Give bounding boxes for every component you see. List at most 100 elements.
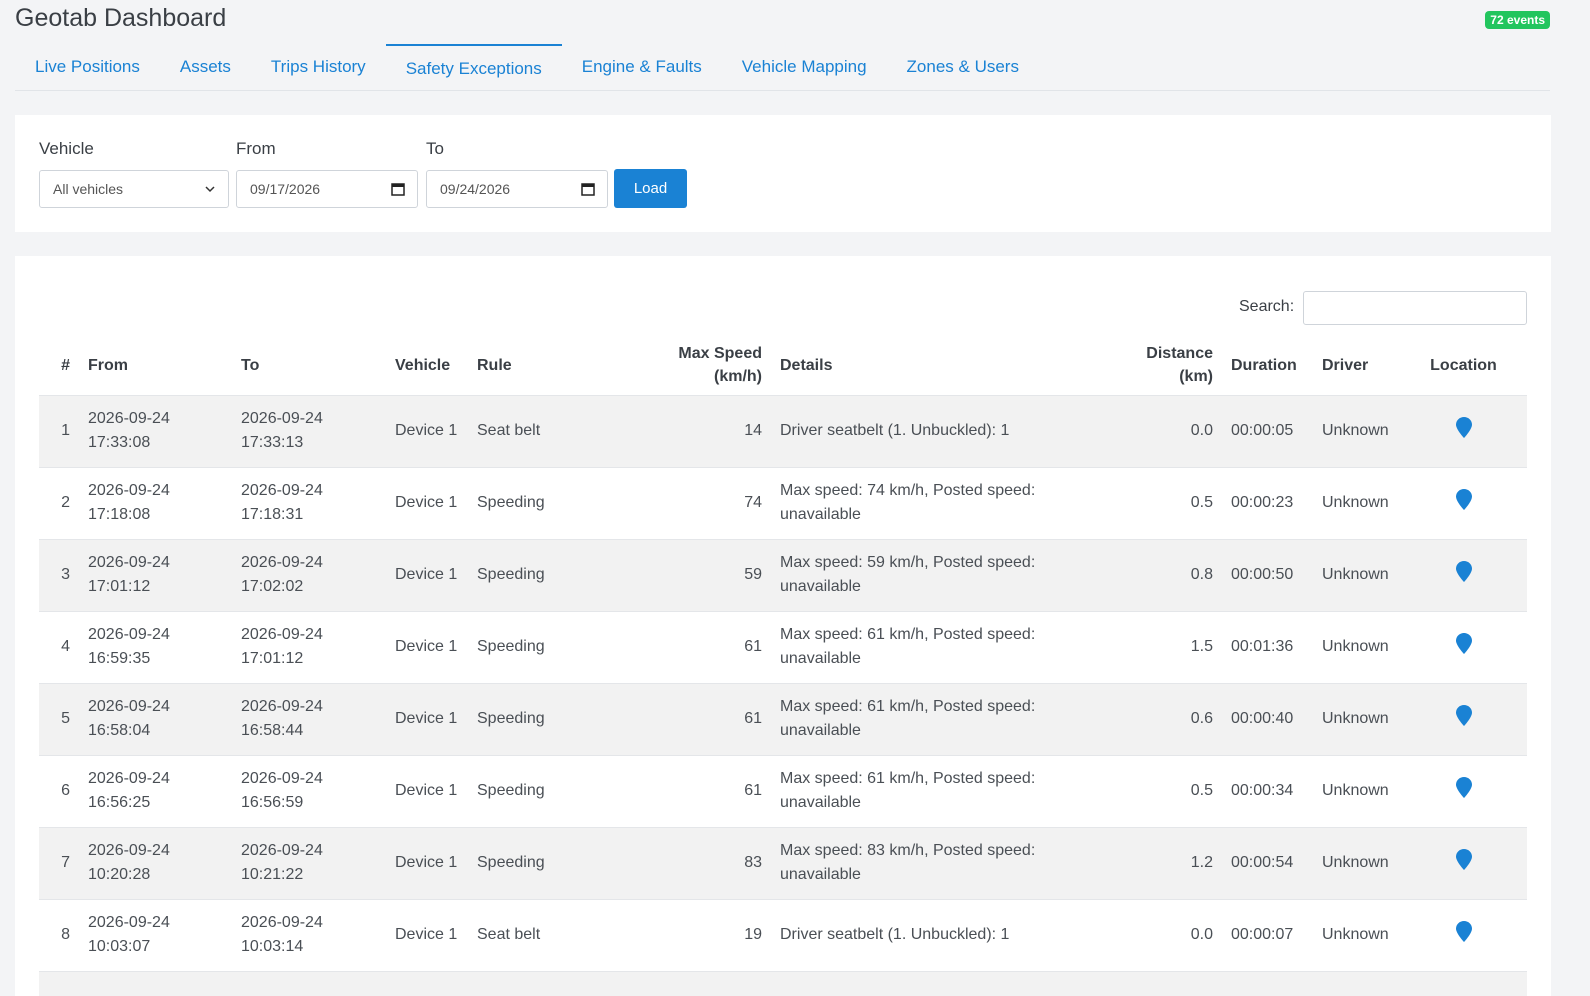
from-label: From [236,139,276,158]
from-date: 2026-09-24 [88,842,170,859]
map-pin-icon[interactable] [1455,560,1472,590]
table-body: 1 2026-09-24 17:33:08 2026-09-24 17:33:13 … [39,395,1527,996]
cell-driver: Unknown [1313,611,1400,684]
cell-rule: Speeding [468,755,612,828]
cell-num: 1 [39,395,79,468]
cell-to: 2026-09-24 16:58:44 [232,683,386,756]
cell-duration: 00:01:36 [1222,611,1313,684]
cell-details: Max speed: 61 km/h, Posted speed: unavail… [771,611,1131,684]
cell-details: Max speed: 61 km/h, Posted speed: unavail… [771,755,1131,828]
details-line-1: Max speed: 61 km/h, Posted speed: [780,698,1036,715]
cell-duration: 00:00:50 [1222,539,1313,612]
cell-to: 2026-09-24 17:33:13 [232,395,386,468]
col-duration-header[interactable]: Duration [1222,336,1313,396]
from-date-input[interactable]: 09/17/2026 [236,170,418,208]
cell-from: 2026-09-24 10:20:28 [79,827,232,900]
cell-duration: 00:00:40 [1222,683,1313,756]
map-pin-icon[interactable] [1455,920,1472,950]
details-line-2: unavailable [780,506,861,523]
map-pin-icon[interactable] [1455,632,1472,662]
cell-distance: 0.0 [1131,899,1222,972]
col-details-header[interactable]: Details [771,336,1131,396]
details-line-1: Max speed: 61 km/h, Posted speed: [780,770,1036,787]
load-button[interactable]: Load [614,169,687,208]
cell-duration: 00:00:23 [1222,467,1313,540]
search-input[interactable] [1303,291,1527,325]
to-time: 16:56:59 [241,794,304,811]
cell-vehicle: Device 1 [386,539,468,612]
map-pin-icon[interactable] [1455,416,1472,446]
tab-vehicle-mapping[interactable]: Vehicle Mapping [722,44,887,88]
cell-details: Max speed: 59 km/h, Posted speed: unavail… [771,539,1131,612]
cell-vehicle: Device 1 [386,899,468,972]
col-to-header[interactable]: To [232,336,386,396]
to-date: 2026-09-24 [241,770,323,787]
cell-details: Max speed: 83 km/h, Posted speed: unavail… [771,827,1131,900]
vehicle-select[interactable]: All vehicles [39,170,229,208]
cell-to: 2026-09-24 10:21:22 [232,827,386,900]
cell-from: 2026-09-24 17:33:08 [79,395,232,468]
to-date-input[interactable]: 09/24/2026 [426,170,608,208]
to-time: 10:21:22 [241,866,304,883]
cell-driver: Unknown [1313,683,1400,756]
map-pin-icon[interactable] [1455,848,1472,878]
cell-rule: Speeding [468,539,612,612]
cell-rule: Seat belt [468,899,612,972]
tab-live-positions[interactable]: Live Positions [15,44,160,88]
tab-engine-faults[interactable]: Engine & Faults [562,44,722,88]
details-line-1: Driver seatbelt (1. Unbuckled): 1 [780,926,1010,943]
cell-from: 2026-09-24 16:58:04 [79,683,232,756]
details-line-2: unavailable [780,794,861,811]
col-driver-header[interactable]: Driver [1313,336,1400,396]
to-time: 17:02:02 [241,578,304,595]
to-date: 2026-09-24 [241,626,323,643]
col-vehicle-header[interactable]: Vehicle [386,336,468,396]
tab-trips-history[interactable]: Trips History [251,44,386,88]
to-date: 2026-09-24 [241,554,323,571]
col-rule-header[interactable]: Rule [468,336,612,396]
from-time: 16:58:04 [88,722,151,739]
cell-duration: 00:00:05 [1222,395,1313,468]
details-line-2: unavailable [780,866,861,883]
cell-rule: Speeding [468,683,612,756]
cell-from: 2026-09-24 10:03:07 [79,899,232,972]
calendar-icon[interactable] [581,182,595,199]
map-pin-icon[interactable] [1455,776,1472,806]
map-pin-icon[interactable] [1455,704,1472,734]
exceptions-table-panel: Search: # From To Vehicle Rule Max Speed… [15,256,1551,996]
col-distance-header[interactable]: Distance (km) [1131,336,1222,396]
to-date: 2026-09-24 [241,410,323,427]
col-num-header[interactable]: # [39,336,79,396]
from-date-value: 09/17/2026 [250,181,321,197]
tab-safety-exceptions[interactable]: Safety Exceptions [385,44,562,88]
tab-zones-users[interactable]: Zones & Users [887,44,1039,88]
app-root: Geotab Dashboard 72 events Live Position… [0,0,1568,996]
from-date: 2026-09-24 [88,770,170,787]
details-line-2: unavailable [780,578,861,595]
cell-distance: 1.2 [1131,827,1222,900]
to-time: 17:18:31 [241,506,304,523]
details-line-1: Max speed: 59 km/h, Posted speed: [780,554,1036,571]
cell-location [1400,683,1527,756]
col-distance-label: Distance [1146,345,1213,363]
table-row: 3 2026-09-24 17:01:12 2026-09-24 17:02:02 … [39,539,1527,612]
col-from-header[interactable]: From [79,336,232,396]
to-label: To [426,139,444,158]
cell-vehicle: Device 1 [386,611,468,684]
col-location-header[interactable]: Location [1400,336,1527,396]
col-max-speed-header[interactable]: Max Speed (km/h) [612,336,771,396]
header: Geotab Dashboard 72 events [15,0,1568,44]
table-row: 1 2026-09-24 17:33:08 2026-09-24 17:33:13 … [39,395,1527,468]
filter-panel: Vehicle All vehicles From 09/17/2026 To … [15,115,1551,232]
details-line-1: Max speed: 61 km/h, Posted speed: [780,626,1036,643]
cell-distance: 0.8 [1131,539,1222,612]
tab-assets[interactable]: Assets [160,44,251,88]
cell-driver: Unknown [1313,395,1400,468]
calendar-icon[interactable] [391,182,405,199]
from-time: 17:33:08 [88,434,151,451]
to-date: 2026-09-24 [241,914,323,931]
cell-driver: Unknown [1313,539,1400,612]
cell-distance: 1.5 [1131,611,1222,684]
map-pin-icon[interactable] [1455,488,1472,518]
cell-distance: 0.0 [1131,395,1222,468]
